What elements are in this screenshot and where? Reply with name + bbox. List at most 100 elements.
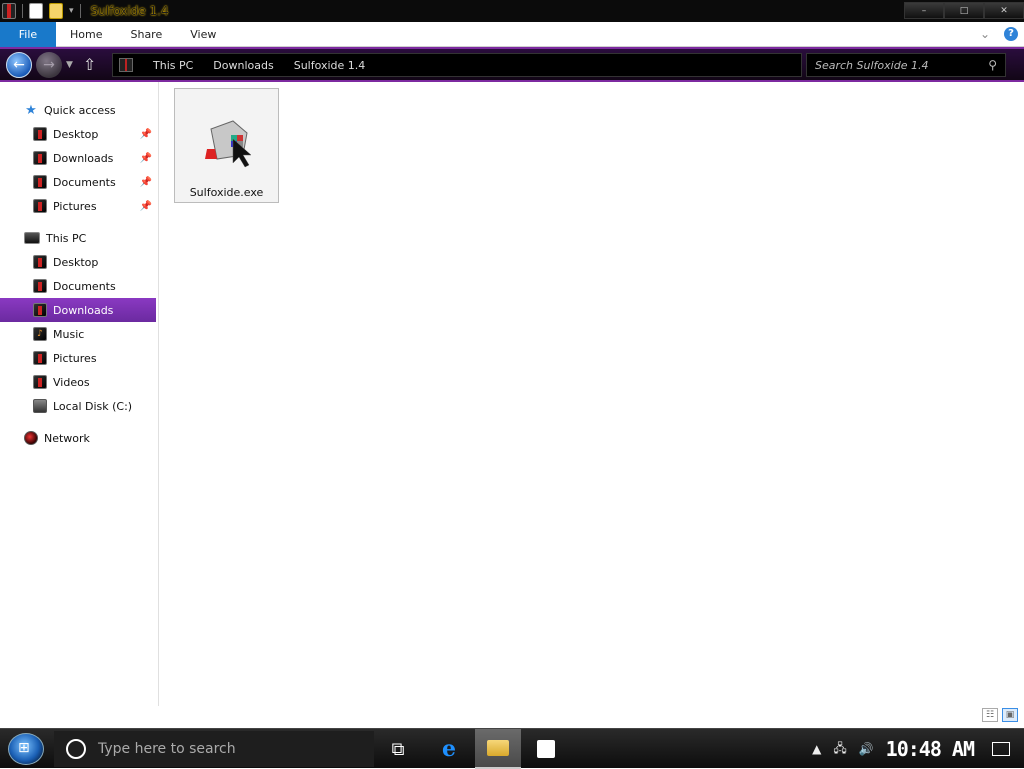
- recent-locations-icon[interactable]: ▼: [66, 60, 73, 70]
- volume-icon[interactable]: 🔊: [859, 742, 874, 756]
- close-button[interactable]: ✕: [984, 2, 1024, 19]
- documents-folder-icon: [33, 175, 47, 189]
- ribbon-right-controls: ⌄ ?: [980, 27, 1018, 41]
- sidebar-item-network[interactable]: Network: [0, 426, 156, 450]
- customize-qat-icon[interactable]: ▾: [69, 6, 74, 16]
- sidebar-item-videos[interactable]: Videos: [0, 370, 156, 394]
- status-bar: ☷ ▣: [0, 706, 1024, 728]
- pictures-folder-icon: [33, 199, 47, 213]
- notification-icon[interactable]: [992, 742, 1010, 756]
- sidebar-item-qa-pictures[interactable]: Pictures 📌: [0, 194, 156, 218]
- sidebar-item-quick-access[interactable]: ★ Quick access: [0, 98, 156, 122]
- divider: [79, 4, 81, 18]
- help-icon[interactable]: ?: [1004, 27, 1018, 41]
- store-button[interactable]: [523, 729, 569, 769]
- disk-drive-icon: [33, 399, 47, 413]
- file-list: Sulfoxide.exe: [160, 82, 1024, 706]
- desktop-folder-icon: [33, 255, 47, 269]
- task-view-icon: ⧉: [391, 738, 405, 760]
- breadcrumb-downloads[interactable]: Downloads: [213, 59, 273, 72]
- task-view-button[interactable]: ⧉: [375, 729, 421, 769]
- forward-button[interactable]: →: [36, 51, 62, 78]
- pin-icon[interactable]: 📌: [140, 153, 152, 164]
- sidebar-item-this-pc[interactable]: This PC: [0, 226, 156, 250]
- sidebar-item-label: Downloads: [53, 303, 114, 317]
- tab-file[interactable]: File: [0, 21, 56, 47]
- windows-logo-icon: ⊞: [18, 740, 30, 756]
- sidebar-item-label: Network: [44, 431, 90, 445]
- search-box[interactable]: Search Sulfoxide 1.4 ⚲: [806, 53, 1006, 77]
- clock[interactable]: 10:48 AM: [886, 737, 975, 761]
- new-folder-icon[interactable]: [49, 3, 63, 19]
- file-explorer-button[interactable]: [475, 729, 521, 769]
- ribbon-tabs: File Home Share View ⌄ ?: [0, 21, 1024, 47]
- sidebar-item-downloads[interactable]: Downloads: [0, 298, 156, 322]
- navigation-bar: ← → ▼ ⇧ This PC Downloads Sulfoxide 1.4 …: [0, 47, 1024, 82]
- downloads-folder-icon: [33, 303, 47, 317]
- taskbar-search[interactable]: Type here to search: [54, 731, 374, 767]
- tab-share[interactable]: Share: [116, 22, 176, 47]
- sidebar-item-label: Quick access: [44, 103, 116, 117]
- window-controls: – □ ✕: [904, 2, 1024, 19]
- tab-home[interactable]: Home: [56, 22, 116, 47]
- edge-icon: e: [442, 736, 456, 762]
- details-view-icon[interactable]: ☷: [982, 708, 998, 722]
- sidebar-item-label: Desktop: [53, 127, 99, 141]
- sidebar-item-qa-desktop[interactable]: Desktop 📌: [0, 122, 156, 146]
- search-placeholder: Search Sulfoxide 1.4: [815, 58, 929, 72]
- folder-icon: [119, 58, 133, 72]
- sidebar-item-music[interactable]: ♪ Music: [0, 322, 156, 346]
- store-icon: [537, 740, 555, 758]
- search-icon[interactable]: ⚲: [988, 58, 997, 72]
- navigation-pane: ★ Quick access Desktop 📌 Downloads 📌 Doc…: [0, 82, 159, 706]
- cortana-icon: [66, 739, 86, 759]
- breadcrumb-sulfoxide[interactable]: Sulfoxide 1.4: [294, 59, 366, 72]
- desktop-folder-icon: [33, 127, 47, 141]
- pin-icon[interactable]: 📌: [140, 177, 152, 188]
- sidebar-item-label: Music: [53, 327, 85, 341]
- title-bar: ▾ Sulfoxide 1.4 – □ ✕: [0, 0, 1024, 22]
- breadcrumb-this-pc[interactable]: This PC: [153, 59, 193, 72]
- back-button[interactable]: ←: [6, 51, 32, 78]
- sidebar-item-pictures[interactable]: Pictures: [0, 346, 156, 370]
- music-folder-icon: ♪: [33, 327, 47, 341]
- pictures-folder-icon: [33, 351, 47, 365]
- chevron-down-icon[interactable]: ⌄: [980, 27, 990, 41]
- up-arrow-icon[interactable]: ⇧: [83, 55, 96, 74]
- sidebar-item-label: Pictures: [53, 199, 97, 213]
- tab-view[interactable]: View: [176, 22, 230, 47]
- application-icon: [205, 120, 252, 168]
- sidebar-item-local-disk[interactable]: Local Disk (C:): [0, 394, 156, 418]
- app-icon[interactable]: [2, 3, 16, 19]
- system-tray: ▲ 🖧 🔊 10:48 AM: [812, 729, 1024, 769]
- chevron-up-icon[interactable]: ▲: [812, 742, 821, 756]
- window-title: Sulfoxide 1.4: [90, 4, 169, 18]
- maximize-button[interactable]: □: [944, 2, 984, 19]
- sidebar-item-label: Documents: [53, 279, 116, 293]
- arrow-left-icon: ←: [13, 56, 25, 73]
- sidebar-item-qa-downloads[interactable]: Downloads 📌: [0, 146, 156, 170]
- sidebar-item-label: Local Disk (C:): [53, 399, 133, 413]
- minimize-button[interactable]: –: [904, 2, 944, 19]
- sidebar-item-label: Documents: [53, 175, 116, 189]
- pin-icon[interactable]: 📌: [140, 129, 152, 140]
- edge-button[interactable]: e: [426, 729, 472, 769]
- sidebar-item-qa-documents[interactable]: Documents 📌: [0, 170, 156, 194]
- properties-icon[interactable]: [29, 3, 43, 19]
- arrow-right-icon: →: [43, 56, 55, 73]
- sidebar-item-desktop[interactable]: Desktop: [0, 250, 156, 274]
- network-icon: [24, 431, 38, 445]
- file-item[interactable]: Sulfoxide.exe: [174, 88, 279, 203]
- pin-icon[interactable]: 📌: [140, 201, 152, 212]
- large-icons-view-icon[interactable]: ▣: [1002, 708, 1018, 722]
- sidebar-item-label: Videos: [53, 375, 90, 389]
- sidebar-item-label: Desktop: [53, 255, 99, 269]
- address-bar[interactable]: This PC Downloads Sulfoxide 1.4: [112, 53, 802, 77]
- documents-folder-icon: [33, 279, 47, 293]
- sidebar-item-label: Downloads: [53, 151, 114, 165]
- taskbar-search-placeholder: Type here to search: [98, 741, 236, 757]
- sidebar-item-documents[interactable]: Documents: [0, 274, 156, 298]
- star-icon: ★: [25, 103, 37, 118]
- network-icon[interactable]: 🖧: [833, 739, 846, 760]
- start-button[interactable]: ⊞: [8, 733, 44, 765]
